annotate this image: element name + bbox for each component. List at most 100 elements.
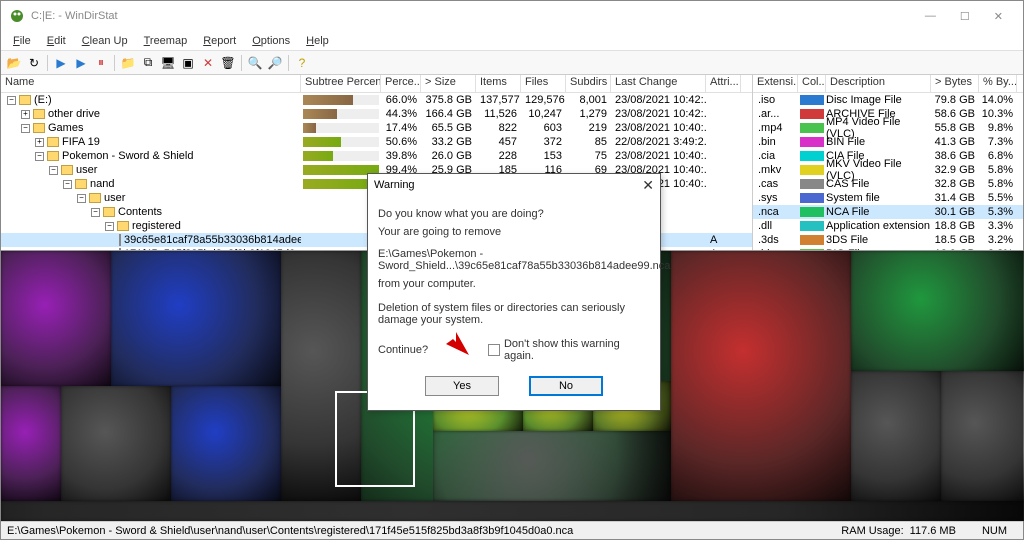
column-header[interactable]: > Bytes <box>931 75 979 92</box>
extension-row[interactable]: .bigBIG File12.9 GB2.2% <box>753 247 1023 250</box>
statusbar: E:\Games\Pokemon - Sword & Shield\user\n… <box>1 521 1023 539</box>
column-header[interactable]: Subtree Percent... <box>301 75 381 92</box>
file-icon <box>119 234 121 246</box>
refresh-icon[interactable]: ↻ <box>25 54 43 72</box>
folder-icon <box>33 109 45 119</box>
column-header[interactable]: Perce... <box>381 75 421 92</box>
column-header[interactable]: % By... <box>979 75 1017 92</box>
column-header[interactable]: Attri... <box>706 75 741 92</box>
expander-icon[interactable]: − <box>91 208 100 217</box>
menu-clean-up[interactable]: Clean Up <box>74 35 136 47</box>
minimize-button[interactable]: — <box>921 10 940 23</box>
tree-row[interactable]: +FIFA 1950.6%33.2 GB4573728522/08/2021 3… <box>1 135 752 149</box>
folder-icon <box>61 165 73 175</box>
expander-icon[interactable]: − <box>105 222 114 231</box>
extension-row[interactable]: .binBIN File41.3 GB7.3% <box>753 135 1023 149</box>
zoom-in-icon[interactable]: 🔍 <box>246 54 264 72</box>
dont-show-checkbox[interactable]: Don't show this warning again. <box>488 338 650 362</box>
treemap-block[interactable] <box>433 431 671 501</box>
menu-edit[interactable]: Edit <box>39 35 74 47</box>
tree-header: NameSubtree Percent...Perce...> SizeItem… <box>1 75 752 93</box>
item-label: Contents <box>118 206 162 218</box>
column-header[interactable]: Files <box>521 75 566 92</box>
recycle-icon[interactable]: 🗑 <box>219 54 237 72</box>
pause-icon[interactable]: ⏸ <box>92 54 110 72</box>
zoom-out-icon[interactable]: 🔎 <box>266 54 284 72</box>
item-label: other drive <box>48 108 100 120</box>
extension-row[interactable]: .mkvMKV Video File (VLC)32.9 GB5.8% <box>753 163 1023 177</box>
expander-icon[interactable]: + <box>35 138 44 147</box>
extension-row[interactable]: .isoDisc Image File79.8 GB14.0% <box>753 93 1023 107</box>
column-header[interactable]: Last Change <box>611 75 706 92</box>
item-label: registered <box>132 220 181 232</box>
treemap-block[interactable] <box>281 251 361 501</box>
yes-button[interactable]: Yes <box>425 376 499 396</box>
delete-icon[interactable]: ✕ <box>199 54 217 72</box>
column-header[interactable]: Items <box>476 75 521 92</box>
play-icon[interactable]: ▶ <box>52 54 70 72</box>
close-button[interactable]: ✕ <box>990 10 1007 23</box>
item-label: FIFA 19 <box>62 136 100 148</box>
tree-row[interactable]: −(E:)66.0%375.8 GB137,577129,5768,00123/… <box>1 93 752 107</box>
treemap-block[interactable] <box>671 251 851 501</box>
folder-icon[interactable]: 📁 <box>119 54 137 72</box>
treemap-block[interactable] <box>1 251 111 386</box>
treemap-block[interactable] <box>171 386 281 501</box>
open-icon[interactable]: 📂 <box>5 54 23 72</box>
column-header[interactable]: Subdirs <box>566 75 611 92</box>
expander-icon[interactable]: − <box>77 194 86 203</box>
menu-file[interactable]: File <box>5 35 39 47</box>
treemap-block[interactable] <box>1 386 61 501</box>
menu-help[interactable]: Help <box>298 35 337 47</box>
treemap-block[interactable] <box>111 251 281 386</box>
column-header[interactable]: Description <box>826 75 931 92</box>
color-swatch <box>800 137 824 147</box>
menu-options[interactable]: Options <box>244 35 298 47</box>
explorer-icon[interactable]: 🖥 <box>159 54 177 72</box>
expander-icon[interactable]: − <box>21 124 30 133</box>
treemap-block[interactable] <box>1 501 1024 521</box>
column-header[interactable]: Extensi... <box>753 75 798 92</box>
cmd-icon[interactable]: ▣ <box>179 54 197 72</box>
treemap-block[interactable] <box>851 371 941 501</box>
menu-treemap[interactable]: Treemap <box>136 35 196 47</box>
dialog-path: E:\Games\Pokemon - Sword_Shield...\39c65… <box>378 248 650 272</box>
checkbox-icon[interactable] <box>488 344 500 356</box>
column-header[interactable]: Name <box>1 75 301 92</box>
extension-row[interactable]: .3ds3DS File18.5 GB3.2% <box>753 233 1023 247</box>
tree-row[interactable]: −Games17.4%65.5 GB82260321923/08/2021 10… <box>1 121 752 135</box>
help-icon[interactable]: ? <box>293 54 311 72</box>
treemap-block[interactable] <box>851 251 1024 371</box>
status-path: E:\Games\Pokemon - Sword & Shield\user\n… <box>7 525 841 537</box>
extension-row[interactable]: .casCAS File32.8 GB5.8% <box>753 177 1023 191</box>
expander-icon[interactable]: − <box>35 152 44 161</box>
folder-icon <box>47 137 59 147</box>
extension-row[interactable]: .dllApplication extension18.8 GB3.3% <box>753 219 1023 233</box>
extension-row[interactable]: .sysSystem file31.4 GB5.5% <box>753 191 1023 205</box>
item-label: user <box>76 164 97 176</box>
color-swatch <box>800 235 824 245</box>
extension-row[interactable]: .ncaNCA File30.1 GB5.3% <box>753 205 1023 219</box>
column-header[interactable]: > Size <box>421 75 476 92</box>
extension-panel[interactable]: Extensi...Col...Description> Bytes% By..… <box>753 75 1023 250</box>
ram-usage-label: RAM Usage: <box>841 525 903 537</box>
maximize-button[interactable]: ☐ <box>956 10 974 23</box>
extension-row[interactable]: .mp4MP4 Video File (VLC)55.8 GB9.8% <box>753 121 1023 135</box>
tree-row[interactable]: −Pokemon - Sword & Shield39.8%26.0 GB228… <box>1 149 752 163</box>
folder-icon <box>47 151 59 161</box>
copy-icon[interactable]: ⧉ <box>139 54 157 72</box>
dialog-close-icon[interactable]: ✕ <box>642 177 654 194</box>
menu-report[interactable]: Report <box>195 35 244 47</box>
color-swatch <box>800 151 824 161</box>
expander-icon[interactable]: − <box>63 180 72 189</box>
expander-icon[interactable]: + <box>21 110 30 119</box>
column-header[interactable]: Col... <box>798 75 826 92</box>
play-icon[interactable]: ▶ <box>72 54 90 72</box>
color-swatch <box>800 95 824 105</box>
treemap-block[interactable] <box>61 386 171 501</box>
expander-icon[interactable]: − <box>7 96 16 105</box>
tree-row[interactable]: +other drive44.3%166.4 GB11,52610,2471,2… <box>1 107 752 121</box>
expander-icon[interactable]: − <box>49 166 58 175</box>
no-button[interactable]: No <box>529 376 603 396</box>
treemap-block[interactable] <box>941 371 1024 501</box>
